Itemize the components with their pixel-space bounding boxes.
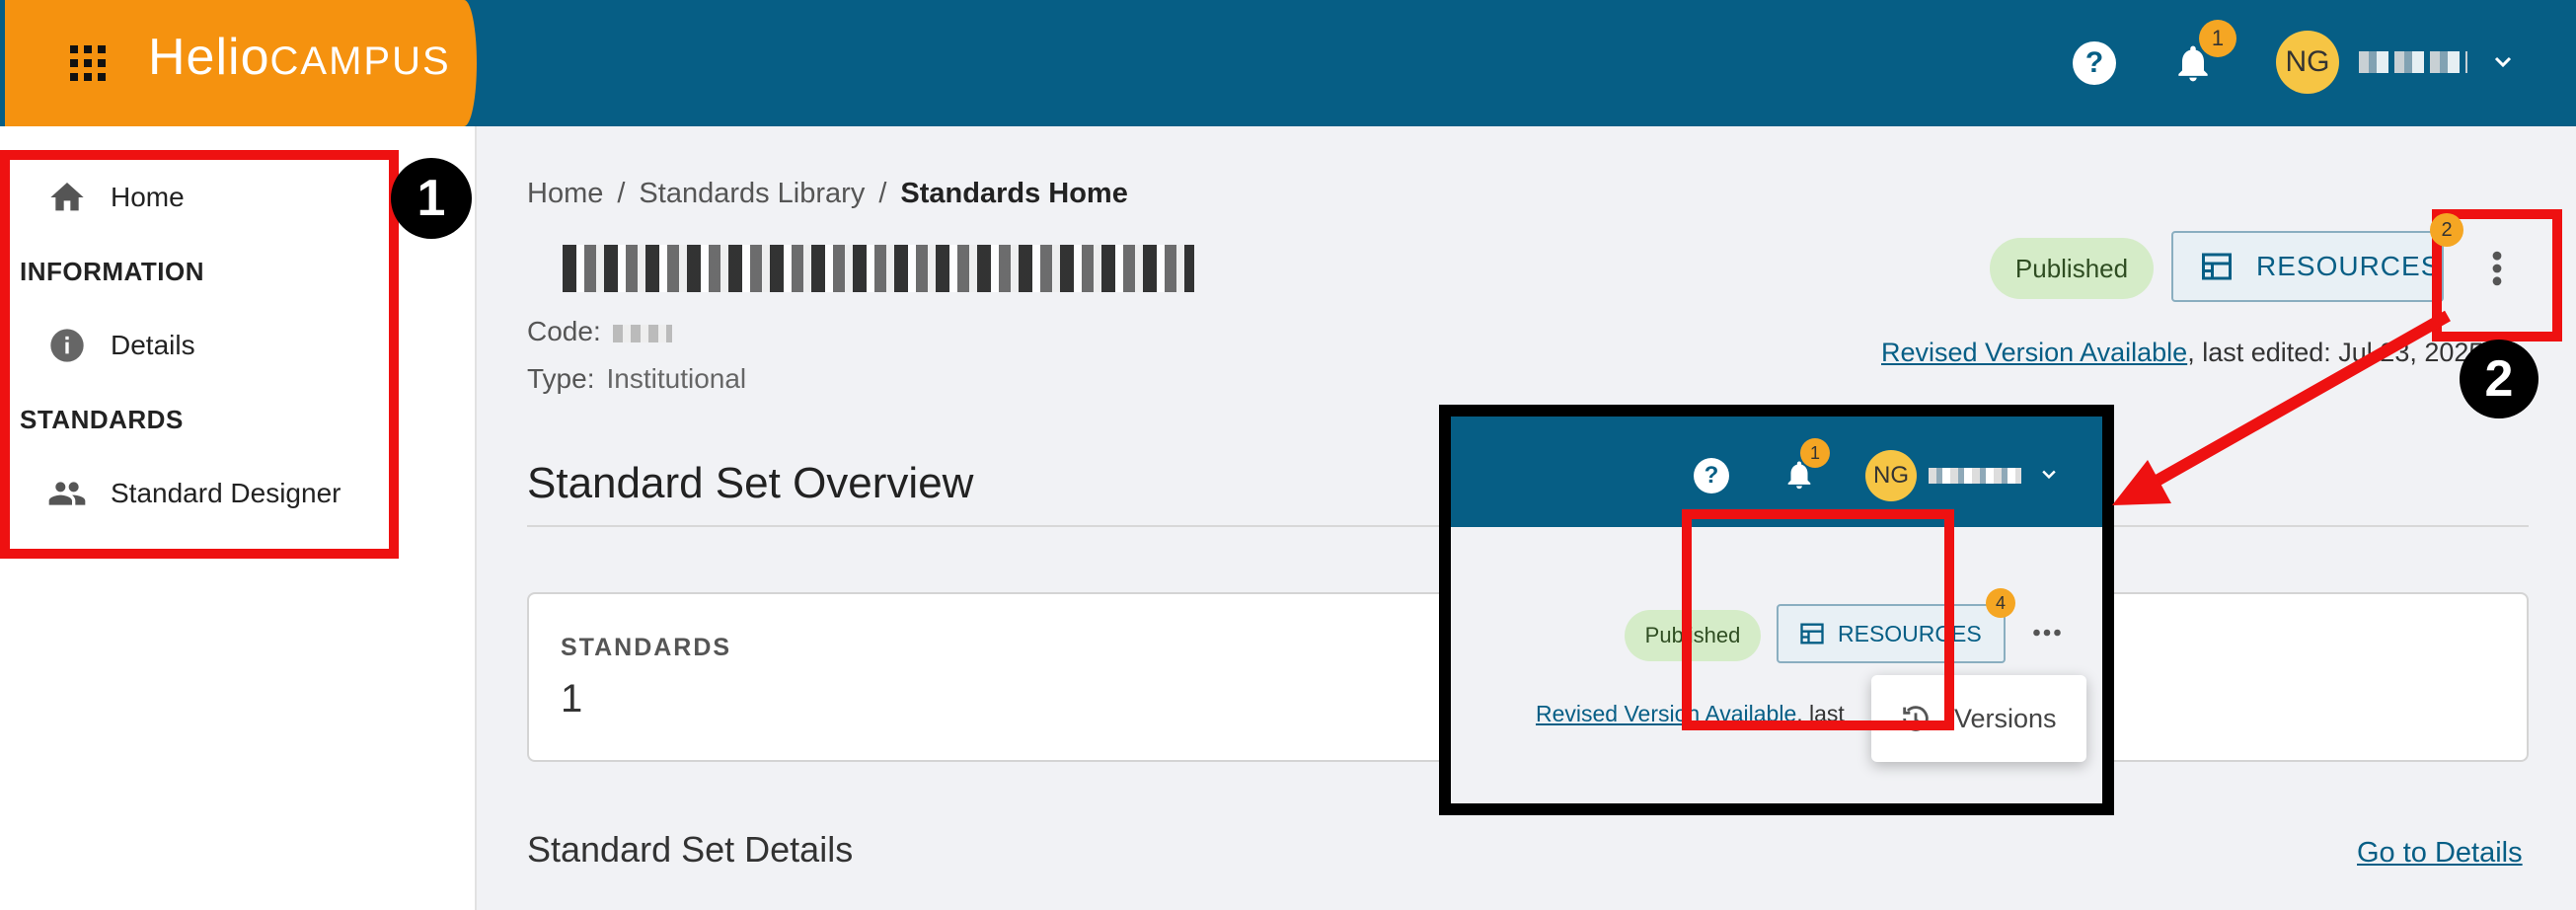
breadcrumb-current: Standards Home: [900, 178, 1128, 209]
user-name-redacted[interactable]: [1929, 468, 2021, 484]
code-value-redacted: [612, 324, 672, 342]
notification-count-badge: 1: [1800, 438, 1830, 468]
user-name-redacted[interactable]: [2359, 51, 2467, 73]
breadcrumb-standards-library[interactable]: Standards Library: [639, 178, 865, 209]
breadcrumb: Home / Standards Library / Standards Home: [527, 178, 1128, 210]
code-label: Code:: [527, 316, 601, 346]
breadcrumb-separator: /: [617, 178, 626, 209]
step-badge: 4: [1986, 588, 2015, 618]
logo-text-helio: Helio: [148, 29, 270, 86]
go-to-details-link[interactable]: Go to Details: [2357, 837, 2523, 870]
resources-button-label: RESOURCES: [2256, 251, 2441, 281]
top-app-bar: HelioCAMPUS ? 1 NG: [0, 0, 2576, 126]
step-badge: 2: [2430, 213, 2463, 247]
more-horizontal-icon[interactable]: [2029, 618, 2065, 647]
app-grid-icon[interactable]: [64, 39, 106, 81]
chevron-down-icon[interactable]: [2039, 464, 2059, 484]
zoom-inset: ? 1 NG Published RESOURCES 4 Revised Ver…: [1439, 405, 2114, 815]
section-title-details: Standard Set Details: [527, 829, 854, 870]
standards-card-value: 1: [561, 677, 583, 720]
page-title-redacted: [563, 245, 1194, 292]
highlight-box-sidebar: [0, 150, 399, 559]
breadcrumb-separator: /: [878, 178, 887, 209]
standards-card-label: STANDARDS: [561, 634, 732, 661]
dashboard-icon: [2202, 253, 2232, 280]
help-icon[interactable]: ?: [1694, 458, 1729, 493]
logo-text-campus: CAMPUS: [269, 39, 451, 83]
type-row: Type: Institutional: [527, 363, 746, 395]
chevron-down-icon[interactable]: [2491, 49, 2515, 73]
resources-button[interactable]: RESOURCES: [2171, 231, 2444, 302]
notification-count-badge: 1: [2199, 20, 2236, 57]
type-value: Institutional: [606, 363, 747, 394]
help-icon[interactable]: ?: [2073, 41, 2116, 85]
menu-item-label: Versions: [1954, 703, 2057, 733]
user-avatar[interactable]: NG: [2276, 31, 2339, 94]
heliocampus-logo[interactable]: HelioCAMPUS: [148, 28, 451, 87]
last-edited-text: , last edited: Jul 23, 2025: [2187, 338, 2484, 367]
logo-area: HelioCAMPUS: [5, 0, 477, 126]
revised-version-link[interactable]: Revised Version Available: [1881, 338, 2187, 367]
code-row: Code:: [527, 316, 672, 347]
revised-version-notice: Revised Version Available, last edited: …: [1881, 338, 2483, 368]
breadcrumb-home[interactable]: Home: [527, 178, 603, 209]
step-2-marker: 2: [2460, 340, 2538, 418]
type-label: Type:: [527, 363, 595, 394]
highlight-box-versions: [1682, 509, 1954, 730]
step-1-marker: 1: [391, 158, 472, 239]
status-badge: Published: [1990, 238, 2154, 299]
user-avatar[interactable]: NG: [1865, 450, 1917, 501]
section-title-overview: Standard Set Overview: [527, 459, 974, 507]
